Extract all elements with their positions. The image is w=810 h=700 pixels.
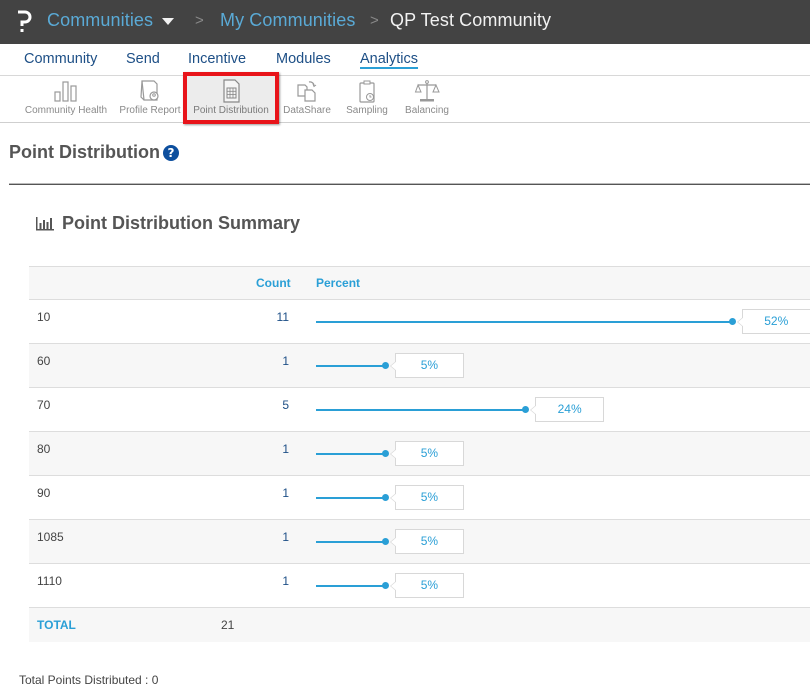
table-row: 70 5 24% <box>29 388 810 432</box>
app-logo-icon[interactable] <box>14 8 34 34</box>
column-header-percent[interactable]: Percent <box>316 276 360 290</box>
percent-bar <box>316 321 732 323</box>
top-bar: Communities > My Communities > QP Test C… <box>0 0 810 44</box>
breadcrumb-separator-icon: > <box>195 12 204 29</box>
spreadsheet-icon <box>223 79 240 103</box>
table-row: 1110 1 5% <box>29 564 810 608</box>
chevron-down-icon[interactable] <box>162 18 174 25</box>
point-value: 60 <box>37 354 51 368</box>
count-value: 11 <box>276 310 289 324</box>
percent-bar <box>316 541 385 543</box>
total-row: TOTAL 21 <box>29 608 810 642</box>
subnav-label: Sampling <box>346 105 388 116</box>
subnav-label: Balancing <box>405 105 449 116</box>
subnav-label: Community Health <box>24 105 108 116</box>
scale-icon <box>414 80 440 102</box>
percent-label: 52% <box>736 309 810 334</box>
percent-bar-endpoint <box>728 318 736 325</box>
breadcrumb-my-communities[interactable]: My Communities <box>220 10 355 31</box>
tab-send[interactable]: Send <box>126 51 160 67</box>
page-title: Point Distribution <box>9 142 160 162</box>
breadcrumb-communities[interactable]: Communities <box>47 10 153 31</box>
percent-bar-endpoint <box>381 494 389 501</box>
datashare-icon <box>297 81 317 102</box>
count-value: 1 <box>282 486 289 500</box>
column-header-count[interactable]: Count <box>256 276 291 290</box>
subnav-community-health[interactable]: Community Health <box>22 76 110 122</box>
table-row: 1085 1 5% <box>29 520 810 564</box>
table-row: 10 11 52% <box>29 300 810 344</box>
total-points-distributed: Total Points Distributed : 0 <box>19 673 159 687</box>
subnav-point-distribution[interactable]: Point Distribution <box>187 76 275 122</box>
bar-chart-icon <box>54 81 77 102</box>
subnav-sampling[interactable]: Sampling <box>341 76 393 122</box>
tab-analytics[interactable]: Analytics <box>360 51 418 67</box>
table-row: 90 1 5% <box>29 476 810 520</box>
count-value: 1 <box>282 354 289 368</box>
count-value: 1 <box>282 442 289 456</box>
table-header: Count Percent <box>29 266 810 300</box>
percent-bar <box>316 497 385 499</box>
subnav-profile-report[interactable]: Profile Report <box>116 76 184 122</box>
table-row: 60 1 5% <box>29 344 810 388</box>
count-value: 5 <box>282 398 289 412</box>
tab-community[interactable]: Community <box>24 51 97 67</box>
percent-bar <box>316 585 385 587</box>
percent-label: 5% <box>389 573 464 598</box>
summary-title: Point Distribution Summary <box>62 213 301 233</box>
point-value: 70 <box>37 398 51 412</box>
breadcrumb-current: QP Test Community <box>390 10 552 30</box>
profile-report-icon <box>140 80 159 101</box>
percent-bar-endpoint <box>522 406 530 413</box>
main-nav: Community Send Incentive Modules Analyti… <box>0 44 810 76</box>
total-label: TOTAL <box>37 618 76 632</box>
point-distribution-table: Count Percent 10 11 52% 60 1 5% 70 5 24% 80 1 5% 90 1… <box>29 266 810 642</box>
divider <box>9 183 810 185</box>
tab-modules[interactable]: Modules <box>276 51 331 67</box>
percent-label: 5% <box>389 441 464 466</box>
breadcrumb-separator-icon: > <box>370 12 379 29</box>
percent-bar <box>316 409 526 411</box>
percent-bar-endpoint <box>381 582 389 589</box>
point-value: 80 <box>37 442 51 456</box>
count-value: 1 <box>282 574 289 588</box>
subnav-label: Profile Report <box>119 105 181 116</box>
percent-bar <box>316 453 385 455</box>
percent-bar <box>316 365 385 367</box>
analytics-sub-nav: Community Health Profile Report Point Di… <box>0 76 810 123</box>
bar-chart-icon <box>36 217 54 231</box>
subnav-datashare[interactable]: DataShare <box>281 76 333 122</box>
tab-incentive[interactable]: Incentive <box>188 51 246 67</box>
point-value: 1085 <box>37 530 64 544</box>
clipboard-clock-icon <box>359 80 375 103</box>
point-value: 90 <box>37 486 51 500</box>
count-value: 1 <box>282 530 289 544</box>
percent-bar-endpoint <box>381 450 389 457</box>
percent-label: 5% <box>389 529 464 554</box>
help-icon[interactable]: ? <box>163 145 179 161</box>
subnav-label: DataShare <box>283 105 331 116</box>
percent-bar-endpoint <box>381 538 389 545</box>
percent-label: 24% <box>530 397 605 422</box>
point-value: 10 <box>37 310 51 324</box>
percent-label: 5% <box>389 485 464 510</box>
percent-bar-endpoint <box>381 362 389 369</box>
total-count: 21 <box>221 618 235 632</box>
table-row: 80 1 5% <box>29 432 810 476</box>
subnav-balancing[interactable]: Balancing <box>400 76 454 122</box>
point-value: 1110 <box>37 574 62 588</box>
subnav-label: Point Distribution <box>193 105 269 116</box>
percent-label: 5% <box>389 353 464 378</box>
